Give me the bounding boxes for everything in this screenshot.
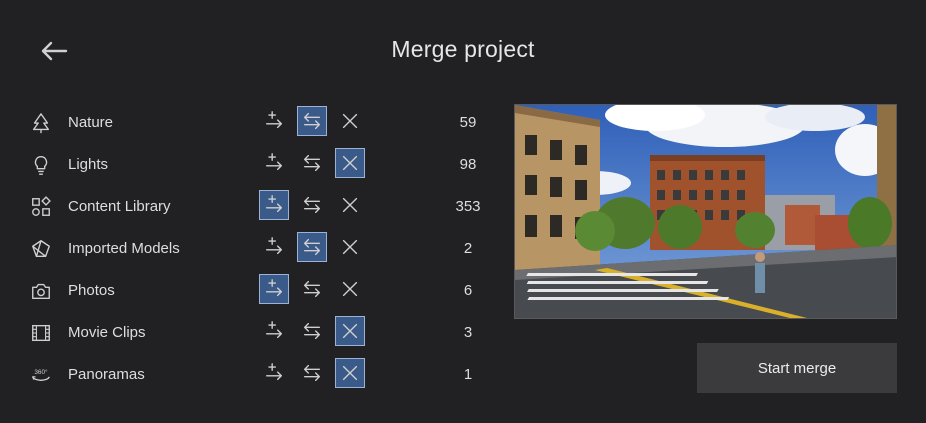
category-label: Photos	[68, 282, 115, 299]
swap-arrows-icon	[301, 236, 323, 258]
add-arrow-icon	[263, 362, 285, 384]
swap-arrows-icon	[301, 278, 323, 300]
add-button-imported-models[interactable]	[259, 232, 289, 262]
replace-button-content-library[interactable]	[297, 190, 327, 220]
add-button-content-library[interactable]	[259, 190, 289, 220]
category-row-lights: Lights 98	[28, 144, 498, 186]
category-row-photos: Photos 6	[28, 270, 498, 312]
add-button-photos[interactable]	[259, 274, 289, 304]
add-arrow-icon	[263, 278, 285, 300]
add-button-movie-clips[interactable]	[259, 316, 289, 346]
add-button-lights[interactable]	[259, 148, 289, 178]
add-arrow-icon	[263, 152, 285, 174]
add-arrow-icon	[263, 320, 285, 342]
close-icon	[339, 320, 361, 342]
camera-icon	[28, 278, 54, 304]
category-label: Movie Clips	[68, 324, 146, 341]
category-list: Nature 59 Lights 98 Content Library 353 Import…	[28, 102, 498, 396]
replace-button-nature[interactable]	[297, 106, 327, 136]
category-label: Lights	[68, 156, 109, 173]
shapes-icon	[28, 194, 54, 220]
replace-button-photos[interactable]	[297, 274, 327, 304]
close-icon	[339, 236, 361, 258]
item-count: 353	[455, 198, 481, 215]
category-label: Nature	[68, 114, 114, 131]
model-box-icon	[28, 236, 54, 262]
scene-preview-image	[514, 104, 897, 319]
category-label: Panoramas	[68, 366, 145, 383]
category-row-panoramas: 360° Panoramas 1	[28, 354, 498, 396]
item-count: 1	[463, 366, 473, 383]
item-count: 2	[463, 240, 473, 257]
category-row-nature: Nature 59	[28, 102, 498, 144]
close-icon	[339, 152, 361, 174]
swap-arrows-icon	[301, 362, 323, 384]
replace-button-panoramas[interactable]	[297, 358, 327, 388]
delete-button-movie-clips[interactable]	[335, 316, 365, 346]
item-count: 98	[459, 156, 477, 173]
add-button-nature[interactable]	[259, 106, 289, 136]
svg-text:360°: 360°	[34, 368, 48, 376]
category-row-movie-clips: Movie Clips 3	[28, 312, 498, 354]
lightbulb-icon	[28, 152, 54, 178]
close-icon	[339, 278, 361, 300]
swap-arrows-icon	[301, 320, 323, 342]
360-panorama-icon: 360°	[28, 362, 54, 388]
category-label: Imported Models	[68, 240, 180, 257]
swap-arrows-icon	[301, 194, 323, 216]
page-title: Merge project	[391, 36, 535, 62]
category-row-content-library: Content Library 353	[28, 186, 498, 228]
add-button-panoramas[interactable]	[259, 358, 289, 388]
delete-button-panoramas[interactable]	[335, 358, 365, 388]
item-count: 6	[463, 282, 473, 299]
add-arrow-icon	[263, 110, 285, 132]
add-arrow-icon	[263, 194, 285, 216]
tree-icon	[28, 110, 54, 136]
swap-arrows-icon	[301, 152, 323, 174]
item-count: 59	[459, 114, 477, 131]
delete-button-content-library[interactable]	[335, 190, 365, 220]
item-count: 3	[463, 324, 473, 341]
add-arrow-icon	[263, 236, 285, 258]
category-row-imported-models: Imported Models 2	[28, 228, 498, 270]
close-icon	[339, 362, 361, 384]
delete-button-nature[interactable]	[335, 106, 365, 136]
category-label: Content Library	[68, 198, 171, 215]
film-icon	[28, 320, 54, 346]
delete-button-lights[interactable]	[335, 148, 365, 178]
swap-arrows-icon	[301, 110, 323, 132]
replace-button-movie-clips[interactable]	[297, 316, 327, 346]
start-merge-button[interactable]: Start merge	[697, 343, 897, 393]
close-icon	[339, 110, 361, 132]
close-icon	[339, 194, 361, 216]
replace-button-imported-models[interactable]	[297, 232, 327, 262]
delete-button-imported-models[interactable]	[335, 232, 365, 262]
delete-button-photos[interactable]	[335, 274, 365, 304]
replace-button-lights[interactable]	[297, 148, 327, 178]
